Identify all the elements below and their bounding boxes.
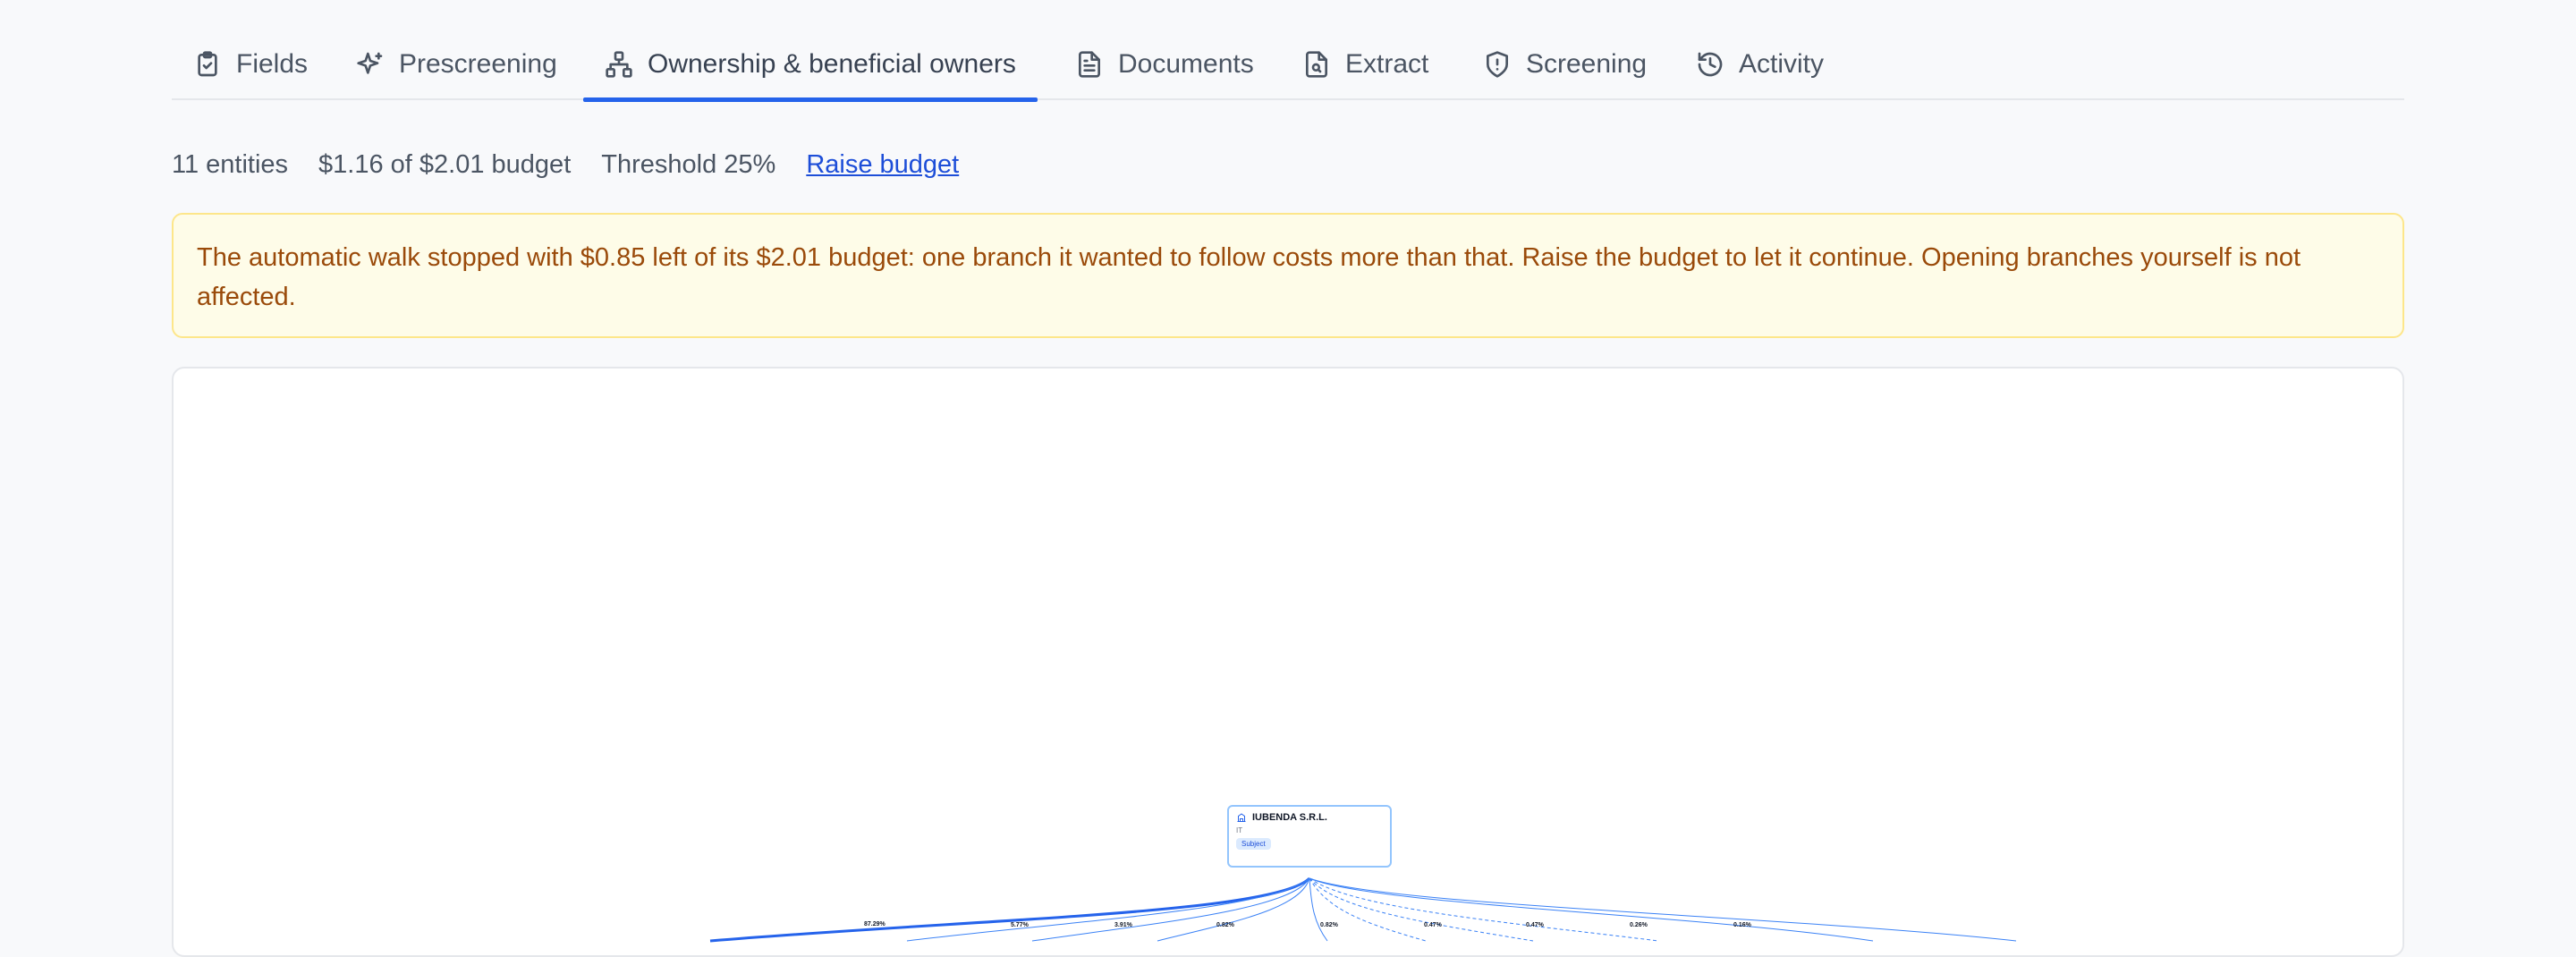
edge-label: 0.82%: [1216, 922, 1235, 928]
tab-label: Documents: [1118, 49, 1254, 79]
edge-label: 0.47%: [1526, 922, 1545, 928]
history-icon: [1698, 52, 1723, 77]
tab-label: Prescreening: [399, 49, 557, 79]
threshold-value: Threshold 25%: [601, 149, 776, 179]
tab-prescreening[interactable]: Prescreening: [356, 34, 557, 100]
tab-documents[interactable]: Documents: [1075, 34, 1254, 100]
edge-1[interactable]: [709, 877, 1311, 943]
ownership-graph-canvas[interactable]: 87.29% 5.77% 3.91% 0.82% 0.82% 0.47% 0.4…: [172, 367, 2404, 957]
node-name: IUBENDA S.R.L.: [1252, 812, 1327, 823]
node-country: IT: [1236, 826, 1243, 834]
sparkles-icon: [357, 52, 383, 74]
tab-extract[interactable]: Extract: [1302, 34, 1428, 100]
edge-label: 5.77%: [1011, 922, 1030, 928]
edge-2[interactable]: [906, 877, 1310, 942]
file-text-icon: [1079, 51, 1100, 78]
edge-10[interactable]: [1309, 877, 2017, 942]
subject-node[interactable]: IUBENDA S.R.L. IT Subject: [1227, 805, 1392, 868]
subject-badge: Subject: [1236, 838, 1271, 850]
edge-label: 0.16%: [1733, 922, 1752, 928]
tab-label: Screening: [1526, 49, 1648, 79]
edge-label: 3.91%: [1114, 922, 1133, 928]
tab-label: Fields: [236, 49, 309, 79]
edge-label: 0.47%: [1424, 922, 1443, 928]
raise-budget-link[interactable]: Raise budget: [806, 150, 959, 180]
edge-5[interactable]: [1309, 877, 1328, 942]
shield-icon: [1487, 51, 1508, 78]
tab-ownership[interactable]: Ownership & beneficial owners: [583, 34, 1038, 102]
tab-label: Extract: [1345, 49, 1429, 79]
budget-warning-alert: The automatic walk stopped with $0.85 le…: [172, 213, 2404, 338]
edge-8[interactable]: [1309, 877, 1659, 942]
edge-label: 87.29%: [864, 921, 886, 927]
node-title: IUBENDA S.R.L.: [1236, 812, 1383, 823]
entity-count: 11 entities: [172, 149, 289, 179]
edge-label: 0.82%: [1320, 922, 1339, 928]
tab-bar: Fields Prescreening Ownership & benefici…: [172, 34, 2404, 102]
tab-activity[interactable]: Activity: [1696, 34, 1824, 100]
ownership-summary: 11 entities $1.16 of $2.01 budget Thresh…: [172, 147, 959, 182]
tab-screening[interactable]: Screening: [1483, 34, 1647, 100]
alert-message: The automatic walk stopped with $0.85 le…: [197, 243, 2301, 311]
edge-4[interactable]: [1157, 877, 1310, 942]
network-icon: [606, 51, 632, 78]
clipboard-check-icon: [198, 51, 217, 77]
file-search-icon: [1306, 51, 1327, 78]
tab-label: Ownership & beneficial owners: [648, 49, 1016, 79]
tab-label: Activity: [1739, 49, 1825, 79]
building-icon: [1237, 813, 1246, 822]
tab-fields[interactable]: Fields: [193, 34, 308, 100]
graph-edges: 87.29% 5.77% 3.91% 0.82% 0.82% 0.47% 0.4…: [709, 877, 2017, 943]
budget-usage: $1.16 of $2.01 budget: [318, 149, 572, 179]
edge-label: 0.26%: [1630, 922, 1648, 928]
